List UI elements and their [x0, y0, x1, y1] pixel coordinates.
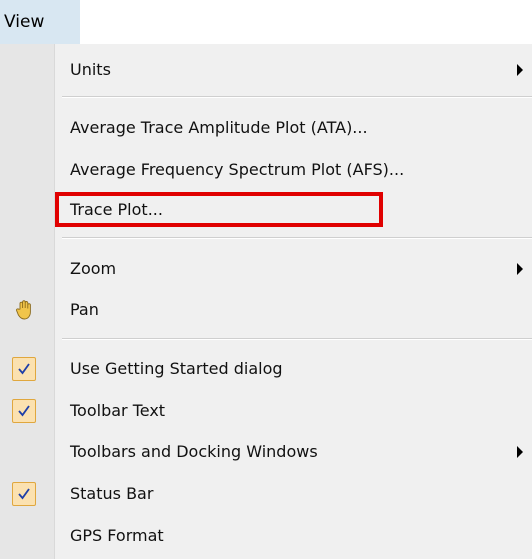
checkmark-icon — [12, 399, 36, 423]
submenu-arrow-icon — [517, 446, 523, 458]
menu-item-label: Toolbars and Docking Windows — [70, 442, 318, 461]
menu-item-label: Pan — [70, 300, 99, 319]
menu-item-label: Units — [70, 60, 111, 79]
checkmark-icon — [12, 357, 36, 381]
submenu-arrow-icon — [517, 64, 523, 76]
menu-item-label: Use Getting Started dialog — [70, 359, 283, 378]
menu-item-trace-plot[interactable]: Trace Plot... — [0, 192, 532, 228]
menu-item-label: Average Frequency Spectrum Plot (AFS)... — [70, 160, 405, 179]
menu-item-status-bar[interactable]: Status Bar — [0, 476, 532, 512]
menu-item-label: Status Bar — [70, 484, 154, 503]
checkmark-icon — [12, 482, 36, 506]
menu-item-getting-started[interactable]: Use Getting Started dialog — [0, 351, 532, 387]
menu-item-toolbars-docking[interactable]: Toolbars and Docking Windows — [0, 434, 532, 470]
menu-item-toolbar-text[interactable]: Toolbar Text — [0, 393, 532, 429]
hand-icon — [13, 298, 37, 322]
menu-item-label: Trace Plot... — [70, 200, 163, 219]
menu-bar: View — [0, 0, 532, 44]
menu-separator — [62, 237, 532, 239]
menu-separator — [62, 96, 532, 98]
menu-view[interactable]: View — [0, 0, 80, 44]
view-dropdown-menu: Units Average Trace Amplitude Plot (ATA)… — [0, 44, 532, 559]
menu-item-label: Toolbar Text — [70, 401, 166, 420]
menu-item-ata-plot[interactable]: Average Trace Amplitude Plot (ATA)... — [0, 110, 532, 146]
menu-item-label: GPS Format — [70, 526, 164, 545]
menu-item-units[interactable]: Units — [0, 52, 532, 88]
menu-item-label: Zoom — [70, 259, 117, 278]
menu-item-zoom[interactable]: Zoom — [0, 251, 532, 287]
menu-item-gps-format[interactable]: GPS Format — [0, 518, 532, 554]
menu-item-label: Average Trace Amplitude Plot (ATA)... — [70, 118, 368, 137]
menu-item-pan[interactable]: Pan — [0, 292, 532, 328]
menu-item-afs-plot[interactable]: Average Frequency Spectrum Plot (AFS)... — [0, 152, 532, 188]
submenu-arrow-icon — [517, 263, 523, 275]
menu-separator — [62, 338, 532, 340]
